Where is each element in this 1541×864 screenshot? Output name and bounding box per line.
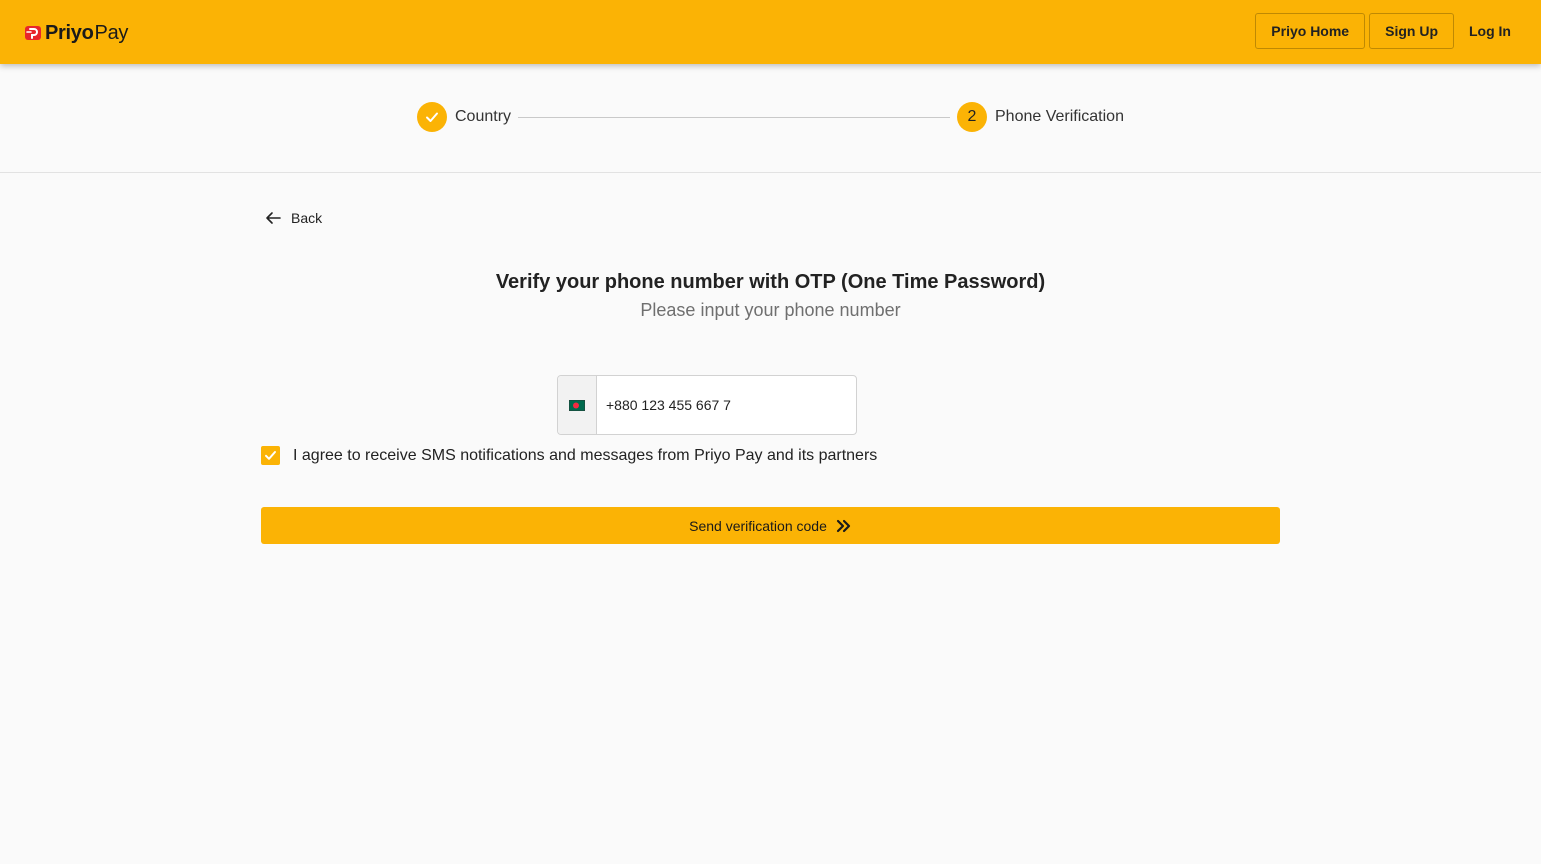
sign-up-button[interactable]: Sign Up (1369, 13, 1454, 49)
send-verification-code-label: Send verification code (689, 517, 827, 534)
stepper: Country 2 Phone Verification (0, 64, 1541, 173)
bangladesh-flag-icon (569, 399, 585, 411)
phone-input[interactable] (597, 376, 856, 434)
page-subtitle: Please input your phone number (640, 300, 901, 320)
sms-consent-checkbox[interactable] (261, 446, 280, 465)
log-in-button[interactable]: Log In (1458, 13, 1522, 49)
logo-text-pay: Pay (94, 21, 129, 44)
step-connector (518, 117, 950, 118)
country-code-selector[interactable] (558, 376, 597, 434)
step-label-country: Country (455, 108, 512, 125)
page-title: Verify your phone number with OTP (One T… (495, 271, 1046, 293)
sms-consent: I agree to receive SMS notifications and… (261, 446, 877, 465)
priyo-home-button[interactable]: Priyo Home (1255, 13, 1366, 49)
step-country: Country (417, 102, 511, 132)
step-number-badge: 2 (957, 102, 987, 132)
phone-number-field (557, 375, 857, 435)
logo-text-priyo: Priyo (45, 21, 94, 44)
check-icon (265, 451, 276, 460)
check-icon (426, 112, 438, 122)
priyo-pay-logo-icon (25, 26, 41, 40)
step-phone-verification: 2 Phone Verification (957, 102, 1124, 132)
arrow-left-icon (266, 212, 281, 224)
back-button[interactable]: Back (264, 210, 322, 226)
send-verification-code-button[interactable]: Send verification code (261, 507, 1280, 544)
back-label: Back (291, 210, 323, 226)
double-chevron-right-icon (836, 519, 852, 533)
top-header: Priyo Pay Priyo Home Sign Up Log In (0, 0, 1541, 64)
priyo-pay-logo[interactable]: Priyo Pay (24, 21, 128, 45)
header-nav: Priyo Home Sign Up Log In (1255, 13, 1522, 49)
sms-consent-label: I agree to receive SMS notifications and… (293, 446, 878, 464)
step-label-phone-verification: Phone Verification (995, 108, 1124, 125)
step-completed-badge (417, 102, 447, 132)
